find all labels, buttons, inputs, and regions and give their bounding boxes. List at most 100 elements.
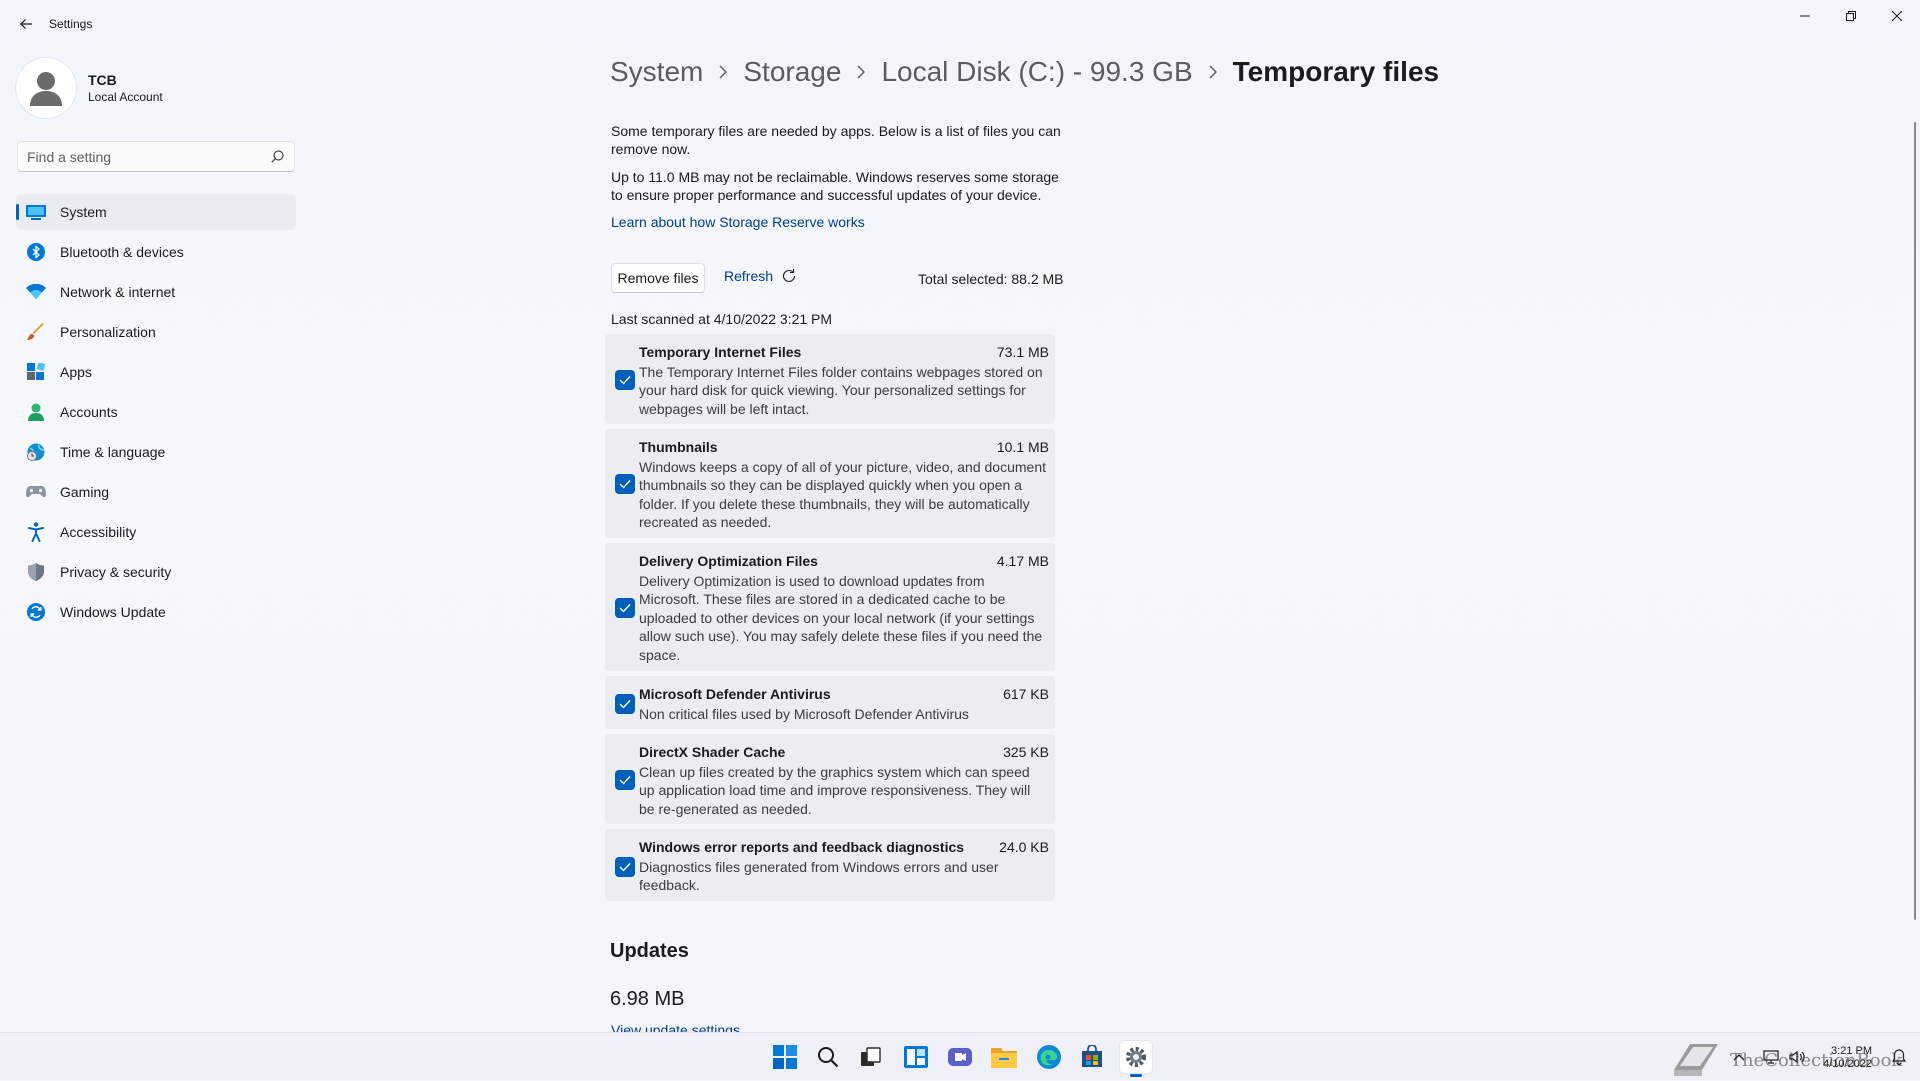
list-item-temporary-internet-files[interactable]: Temporary Internet Files 73.1 MB The Tem…	[605, 334, 1055, 424]
restore-button[interactable]	[1828, 0, 1874, 32]
list-item-microsoft-defender-antivirus[interactable]: Microsoft Defender Antivirus 617 KB Non …	[605, 676, 1055, 729]
start-button[interactable]	[769, 1041, 801, 1073]
sidebar-item-apps[interactable]: Apps	[16, 354, 296, 390]
book-logo-icon	[1674, 1044, 1718, 1076]
checkbox-checked[interactable]	[615, 694, 635, 714]
globe-clock-icon	[26, 442, 46, 462]
sidebar-item-label: Time & language	[60, 444, 166, 460]
avatar	[16, 58, 76, 118]
sidebar-item-label: Gaming	[60, 484, 110, 500]
checkmark-icon	[619, 863, 631, 872]
sidebar-item-label: Accessibility	[60, 524, 137, 540]
list-item-directx-shader-cache[interactable]: DirectX Shader Cache 325 KB Clean up fil…	[605, 734, 1055, 824]
item-size: 617 KB	[1003, 686, 1049, 702]
sidebar-item-accessibility[interactable]: Accessibility	[16, 514, 296, 550]
remove-files-label: Remove files	[617, 270, 699, 286]
minimize-button[interactable]	[1782, 0, 1828, 32]
list-item-windows-error-reports[interactable]: Windows error reports and feedback diagn…	[605, 829, 1055, 901]
sidebar-item-label: Windows Update	[60, 604, 166, 620]
sidebar-item-system[interactable]: System	[16, 194, 296, 230]
item-size: 10.1 MB	[996, 439, 1049, 455]
wifi-icon	[26, 282, 46, 302]
system-icon	[26, 202, 46, 222]
checkbox-checked[interactable]	[615, 474, 635, 494]
checkmark-icon	[619, 700, 631, 709]
back-button[interactable]	[12, 10, 40, 38]
checkmark-icon	[619, 604, 631, 613]
settings-icon	[1126, 1047, 1146, 1067]
breadcrumb-storage[interactable]: Storage	[743, 56, 841, 88]
item-title: Temporary Internet Files	[639, 344, 802, 360]
breadcrumb: System Storage Local Disk (C:) - 99.3 GB…	[610, 56, 1439, 88]
search-icon[interactable]	[271, 150, 284, 163]
refresh-button[interactable]: Refresh	[724, 268, 797, 284]
sidebar-item-label: Apps	[60, 364, 92, 380]
list-item-delivery-optimization-files[interactable]: Delivery Optimization Files 4.17 MB Deli…	[605, 543, 1055, 671]
sidebar-item-bluetooth-devices[interactable]: Bluetooth & devices	[16, 234, 296, 270]
item-description: Clean up files created by the graphics s…	[639, 764, 1031, 817]
checkbox-checked[interactable]	[615, 857, 635, 877]
scrollbar[interactable]	[1914, 122, 1916, 920]
apps-icon	[26, 362, 46, 382]
edge-button[interactable]	[1033, 1041, 1065, 1073]
storage-reserve-link[interactable]: Learn about how Storage Reserve works	[611, 214, 865, 230]
taskbar-search-button[interactable]	[812, 1041, 844, 1073]
checkbox-checked[interactable]	[615, 770, 635, 790]
checkbox-checked[interactable]	[615, 598, 635, 618]
shield-icon	[26, 562, 46, 582]
widgets-icon	[904, 1046, 928, 1068]
watermark: TheCollectionBook	[1670, 1040, 1902, 1080]
user-profile[interactable]: TCB Local Account	[16, 58, 163, 118]
breadcrumb-local-disk[interactable]: Local Disk (C:) - 99.3 GB	[881, 56, 1192, 88]
updates-size: 6.98 MB	[610, 988, 685, 1010]
task-view-button[interactable]	[855, 1041, 887, 1073]
widgets-button[interactable]	[900, 1041, 932, 1073]
start-icon	[773, 1045, 797, 1069]
restore-icon	[1846, 11, 1856, 21]
view-update-settings-link[interactable]: View update settings	[611, 1022, 740, 1032]
gamepad-icon	[26, 482, 46, 502]
sidebar-item-windows-update[interactable]: Windows Update	[16, 594, 296, 630]
watermark-text: TheCollectionBook	[1730, 1049, 1903, 1071]
app-title: Settings	[49, 17, 93, 31]
back-arrow-icon	[20, 19, 32, 29]
sidebar-item-label: Bluetooth & devices	[60, 244, 184, 260]
sidebar-item-label: System	[60, 204, 107, 220]
edge-icon	[1037, 1045, 1061, 1069]
sidebar-item-label: Privacy & security	[60, 564, 172, 580]
sidebar-item-accounts[interactable]: Accounts	[16, 394, 296, 430]
brush-icon	[26, 322, 46, 342]
chevron-right-icon	[1209, 65, 1217, 79]
sidebar-item-gaming[interactable]: Gaming	[16, 474, 296, 510]
checkmark-icon	[619, 776, 631, 785]
checkbox-checked[interactable]	[615, 370, 635, 390]
item-description: Windows keeps a copy of all of your pict…	[639, 459, 1046, 531]
refresh-icon	[783, 269, 796, 283]
settings-taskbar-button[interactable]	[1120, 1041, 1152, 1077]
list-item-thumbnails[interactable]: Thumbnails 10.1 MB Windows keeps a copy …	[605, 429, 1055, 538]
item-title: Delivery Optimization Files	[639, 553, 818, 569]
item-size: 325 KB	[1003, 744, 1049, 760]
chat-button[interactable]	[944, 1041, 976, 1073]
accessibility-icon	[26, 522, 46, 542]
sidebar-item-time-language[interactable]: Time & language	[16, 434, 296, 470]
item-title: Microsoft Defender Antivirus	[639, 686, 831, 702]
sidebar-item-label: Personalization	[60, 324, 156, 340]
sidebar-item-privacy-security[interactable]: Privacy & security	[16, 554, 296, 590]
window-controls	[1782, 0, 1920, 32]
task-view-icon	[861, 1047, 881, 1066]
sidebar-item-network-internet[interactable]: Network & internet	[16, 274, 296, 310]
close-button[interactable]	[1874, 0, 1920, 32]
file-explorer-button[interactable]	[988, 1041, 1020, 1073]
minimize-icon	[1800, 15, 1810, 17]
breadcrumb-system[interactable]: System	[610, 56, 703, 88]
item-size: 73.1 MB	[996, 344, 1049, 360]
search-icon	[818, 1047, 839, 1068]
sidebar-item-personalization[interactable]: Personalization	[16, 314, 296, 350]
store-button[interactable]	[1076, 1041, 1108, 1073]
file-explorer-icon	[991, 1048, 1017, 1068]
item-size: 4.17 MB	[996, 553, 1049, 569]
person-icon	[26, 402, 46, 422]
remove-files-button[interactable]: Remove files	[611, 263, 705, 293]
search-input[interactable]	[18, 142, 258, 171]
